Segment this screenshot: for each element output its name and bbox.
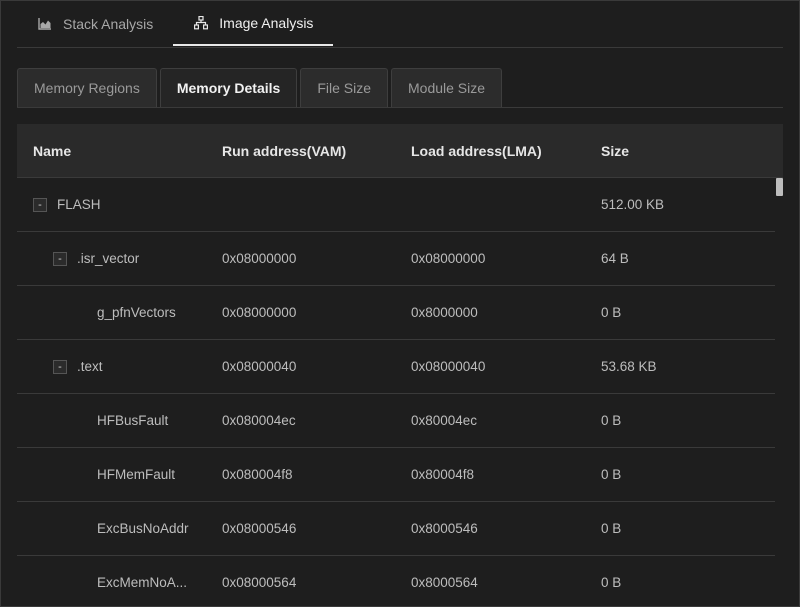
row-name: g_pfnVectors (97, 305, 176, 320)
cell-size: 0 B (601, 467, 622, 482)
collapse-toggle[interactable]: - (53, 359, 67, 374)
cell-run-address: 0x08000564 (222, 575, 297, 590)
cell-size: 0 B (601, 305, 622, 320)
table-row[interactable]: HFMemFault 0x080004f8 0x80004f8 0 B (17, 448, 775, 502)
table-header: Name Run address(VAM) Load address(LMA) … (17, 124, 783, 178)
column-header-load-address[interactable]: Load address(LMA) (411, 124, 542, 177)
tab-image-analysis[interactable]: Image Analysis (173, 1, 334, 46)
tab-stack-analysis[interactable]: Stack Analysis (17, 1, 173, 46)
cell-run-address: 0x080004ec (222, 413, 296, 428)
cell-name: HFMemFault (97, 448, 175, 501)
row-name: FLASH (57, 197, 101, 212)
top-tab-bar: Stack Analysis Image Analysis (17, 1, 783, 48)
cell-name: - FLASH (33, 178, 101, 231)
cell-load-address: 0x8000000 (411, 305, 478, 320)
column-header-name[interactable]: Name (33, 124, 71, 177)
table-row[interactable]: ExcMemNoA... 0x08000564 0x8000564 0 B (17, 556, 775, 606)
cell-size: 0 B (601, 575, 622, 590)
row-name: .text (77, 359, 103, 374)
cell-size: 0 B (601, 521, 622, 536)
table-row[interactable]: HFBusFault 0x080004ec 0x80004ec 0 B (17, 394, 775, 448)
cell-load-address: 0x80004ec (411, 413, 478, 428)
cell-load-address: 0x80004f8 (411, 467, 475, 482)
tab-memory-regions[interactable]: Memory Regions (17, 68, 157, 107)
tab-memory-details[interactable]: Memory Details (159, 68, 298, 107)
table-row[interactable]: ExcBusNoAddr 0x08000546 0x8000546 0 B (17, 502, 775, 556)
cell-name: - .isr_vector (53, 232, 139, 285)
collapse-toggle[interactable]: - (53, 251, 67, 266)
cell-run-address: 0x08000000 (222, 305, 297, 320)
cell-load-address: 0x8000564 (411, 575, 478, 590)
cell-name: - .text (53, 340, 103, 393)
vertical-scrollbar[interactable] (775, 178, 783, 606)
cell-run-address: 0x08000040 (222, 359, 297, 374)
table-row[interactable]: - .text 0x08000040 0x08000040 53.68 KB (17, 340, 775, 394)
cell-size: 0 B (601, 413, 622, 428)
cell-name: g_pfnVectors (97, 286, 176, 339)
cell-load-address: 0x08000040 (411, 359, 486, 374)
tab-module-size[interactable]: Module Size (391, 68, 503, 107)
cell-size: 512.00 KB (601, 197, 665, 212)
row-name: HFMemFault (97, 467, 176, 482)
cell-name: ExcMemNoA... (97, 556, 188, 606)
cell-run-address: 0x08000000 (222, 251, 297, 266)
table-row[interactable]: g_pfnVectors 0x08000000 0x8000000 0 B (17, 286, 775, 340)
sub-tab-bar: Memory Regions Memory Details File Size … (17, 68, 783, 108)
tab-file-size[interactable]: File Size (300, 68, 388, 107)
row-name: ExcBusNoAddr (97, 521, 189, 536)
cell-size: 64 B (601, 251, 629, 266)
scrollbar-thumb[interactable] (776, 178, 783, 196)
row-name: .isr_vector (77, 251, 140, 266)
table-body: - FLASH 512.00 KB - .isr_vector 0x08000000 0x0… (17, 178, 775, 606)
cell-run-address: 0x080004f8 (222, 467, 293, 482)
cell-load-address: 0x8000546 (411, 521, 478, 536)
row-name: HFBusFault (97, 413, 169, 428)
table-row[interactable]: - FLASH 512.00 KB (17, 178, 775, 232)
column-header-size[interactable]: Size (601, 124, 629, 177)
cell-load-address: 0x08000000 (411, 251, 486, 266)
cell-name: HFBusFault (97, 394, 168, 447)
cell-size: 53.68 KB (601, 359, 657, 374)
tab-image-analysis-label: Image Analysis (219, 14, 314, 31)
cell-run-address: 0x08000546 (222, 521, 297, 536)
image-analysis-panel: Stack Analysis Image Analysis Memory Reg… (0, 0, 800, 607)
collapse-toggle[interactable]: - (33, 197, 47, 212)
table-row[interactable]: - .isr_vector 0x08000000 0x08000000 64 B (17, 232, 775, 286)
hierarchy-icon (193, 15, 209, 31)
column-header-run-address[interactable]: Run address(VAM) (222, 124, 346, 177)
tab-stack-analysis-label: Stack Analysis (63, 15, 154, 32)
area-chart-icon (37, 16, 53, 32)
row-name: ExcMemNoA... (97, 575, 188, 590)
memory-details-table: Name Run address(VAM) Load address(LMA) … (17, 124, 783, 606)
cell-name: ExcBusNoAddr (97, 502, 189, 555)
